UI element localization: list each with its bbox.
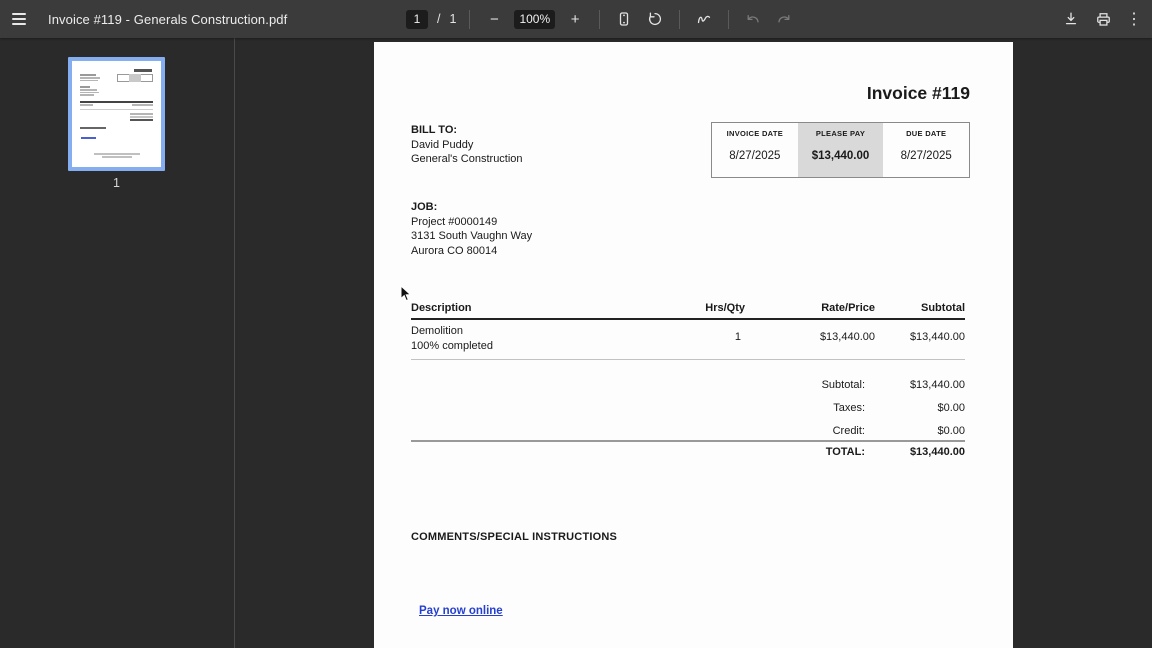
job-block: JOB: Project #0000149 3131 South Vaughn … bbox=[411, 200, 532, 258]
redo-icon bbox=[778, 14, 790, 23]
thumbnail-page-preview bbox=[72, 61, 161, 167]
total-label: TOTAL: bbox=[825, 446, 865, 458]
zoom-level-input[interactable]: 100% bbox=[514, 9, 556, 29]
fit-to-page-button[interactable] bbox=[613, 7, 635, 31]
due-date-label: DUE DATE bbox=[906, 129, 947, 138]
totals-row-subtotal: Subtotal: $13,440.00 bbox=[574, 379, 965, 395]
toolbar-separator bbox=[679, 9, 681, 29]
col-description: Description bbox=[411, 302, 472, 314]
item-progress: 100% completed bbox=[411, 339, 493, 352]
col-hrs-qty: Hrs/Qty bbox=[705, 302, 745, 314]
col-subtotal: Subtotal bbox=[921, 302, 965, 314]
total-value: $13,440.00 bbox=[909, 446, 965, 458]
taxes-value: $0.00 bbox=[937, 402, 965, 414]
menu-button[interactable] bbox=[0, 0, 38, 38]
bill-to-company: General's Construction bbox=[411, 153, 523, 165]
total-rule bbox=[411, 440, 965, 442]
annotate-button[interactable] bbox=[693, 7, 715, 31]
job-street: 3131 South Vaughn Way bbox=[411, 230, 533, 242]
invoice-title: Invoice #119 bbox=[866, 83, 970, 103]
document-title: Invoice #119 - Generals Construction.pdf bbox=[48, 11, 288, 27]
item-name: Demolition bbox=[411, 325, 463, 337]
undo-button[interactable] bbox=[742, 7, 764, 31]
invoice-date-value: 8/27/2025 bbox=[729, 150, 781, 162]
item-subtotal: $13,440.00 bbox=[909, 331, 965, 343]
please-pay-cell: PLEASE PAY $13,440.00 bbox=[797, 123, 884, 177]
credit-label: Credit: bbox=[832, 425, 865, 437]
fit-to-page-icon bbox=[619, 12, 629, 26]
redo-button[interactable] bbox=[773, 7, 795, 31]
ink-annotate-icon bbox=[697, 15, 711, 24]
totals-row-credit: Credit: $0.00 bbox=[574, 425, 965, 441]
credit-value: $0.00 bbox=[937, 425, 965, 437]
thumbnail-sidebar: 1 bbox=[0, 38, 235, 648]
totals-row-taxes: Taxes: $0.00 bbox=[574, 402, 965, 418]
toolbar-separator bbox=[469, 9, 471, 29]
subtotal-label: Subtotal: bbox=[821, 379, 865, 391]
subtotal-value: $13,440.00 bbox=[909, 379, 965, 391]
taxes-label: Taxes: bbox=[833, 402, 865, 414]
zoom-out-button[interactable]: − bbox=[483, 7, 505, 31]
undo-icon bbox=[747, 14, 759, 23]
job-heading: JOB: bbox=[411, 201, 438, 213]
pay-now-link[interactable]: Pay now online bbox=[419, 605, 503, 617]
print-button[interactable] bbox=[1092, 7, 1114, 31]
due-date-value: 8/27/2025 bbox=[900, 150, 952, 162]
invoice-date-label: INVOICE DATE bbox=[726, 129, 784, 138]
zoom-in-button[interactable]: + bbox=[564, 7, 586, 31]
items-bottom-rule bbox=[411, 359, 965, 360]
please-pay-label: PLEASE PAY bbox=[815, 129, 866, 138]
more-options-button[interactable]: ⋮ bbox=[1124, 7, 1144, 31]
page-thumbnail[interactable] bbox=[68, 57, 165, 171]
print-icon bbox=[1096, 12, 1110, 26]
job-project: Project #0000149 bbox=[411, 215, 498, 228]
page-divider: / bbox=[437, 12, 441, 26]
bill-to-heading: BILL TO: bbox=[411, 124, 458, 136]
page-count: 1 bbox=[449, 12, 457, 26]
hamburger-menu-icon bbox=[12, 13, 26, 25]
totals-row-total: TOTAL: $13,440.00 bbox=[574, 446, 965, 462]
thumbnail-page-number: 1 bbox=[113, 176, 120, 190]
toolbar-separator bbox=[728, 9, 730, 29]
item-qty: 1 bbox=[734, 331, 741, 343]
job-city: Aurora CO 80014 bbox=[411, 244, 498, 257]
bill-to-name: David Puddy bbox=[411, 138, 474, 151]
please-pay-value: $13,440.00 bbox=[811, 150, 870, 162]
download-button[interactable] bbox=[1060, 7, 1082, 31]
rotate-button[interactable] bbox=[644, 7, 666, 31]
item-row-description: Demolition 100% completed bbox=[411, 324, 493, 353]
bill-to-block: BILL TO: David Puddy General's Construct… bbox=[411, 123, 523, 167]
download-icon bbox=[1065, 12, 1077, 25]
rotate-counterclockwise-icon bbox=[649, 12, 662, 26]
item-rate: $13,440.00 bbox=[819, 331, 875, 343]
pdf-page: Invoice #119 INVOICE DATE 8/27/2025 PLEA… bbox=[374, 42, 1013, 648]
comments-heading: COMMENTS/SPECIAL INSTRUCTIONS bbox=[411, 531, 618, 543]
due-date-cell: DUE DATE 8/27/2025 bbox=[883, 123, 969, 177]
col-rate-price: Rate/Price bbox=[821, 302, 875, 314]
items-header-rule bbox=[411, 318, 965, 320]
page-number-input[interactable]: 1 bbox=[406, 9, 428, 29]
invoice-date-cell: INVOICE DATE 8/27/2025 bbox=[712, 123, 798, 177]
pdf-viewer-toolbar: Invoice #119 - Generals Construction.pdf… bbox=[0, 0, 1152, 38]
invoice-header-table: INVOICE DATE 8/27/2025 PLEASE PAY $13,44… bbox=[711, 122, 970, 178]
toolbar-separator bbox=[599, 9, 601, 29]
pdf-viewer-content: 1 Invoice #119 INVOICE DATE 8/27/2025 PL… bbox=[0, 38, 1152, 648]
